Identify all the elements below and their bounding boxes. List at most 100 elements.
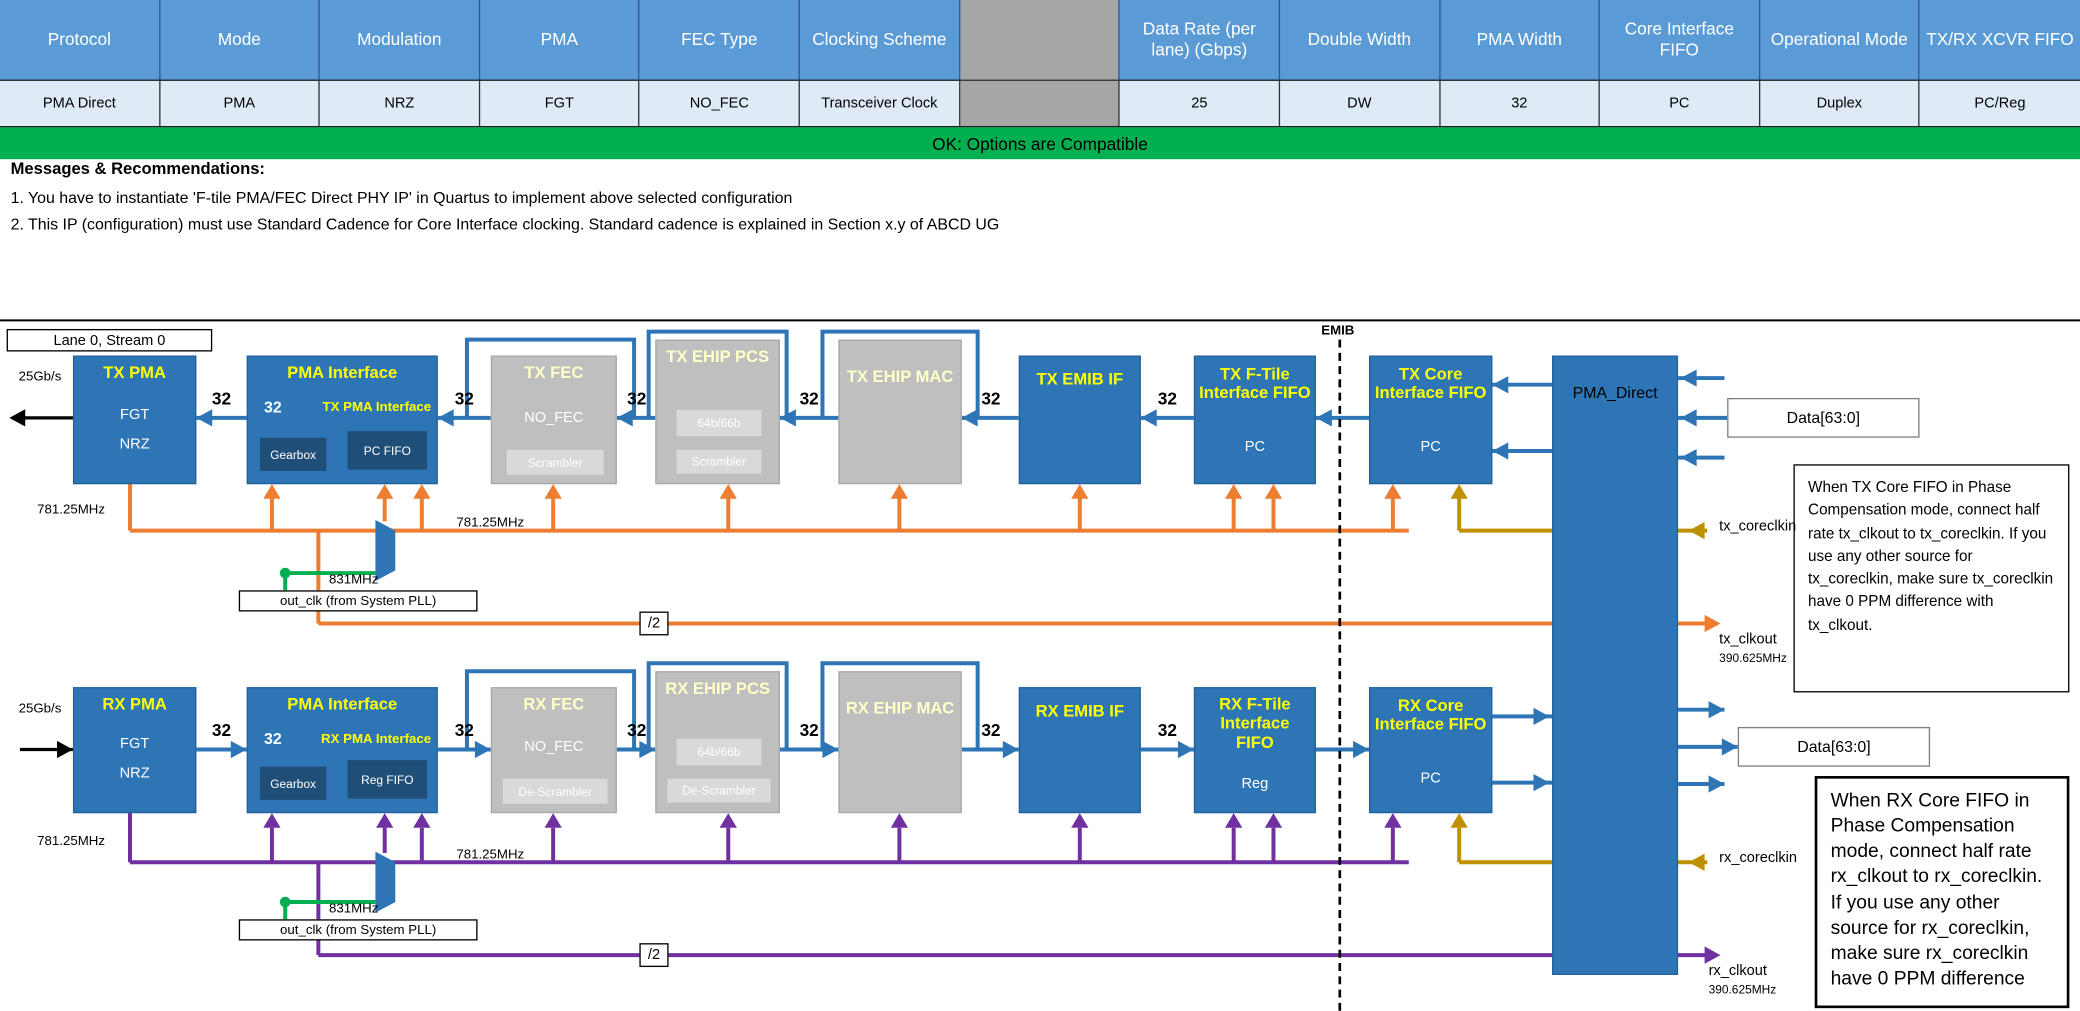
rx-pma-modulation: NRZ [74, 765, 195, 781]
rx-fifo-subblock: Reg FIFO [348, 760, 428, 798]
rx-ftile-fifo-mode: Reg [1195, 776, 1314, 792]
rx-fec-mode: NO_FEC [492, 739, 615, 755]
rx-gearbox-subblock: Gearbox [260, 767, 326, 800]
rx-note-box: When RX Core FIFO in Phase Compensation … [1815, 776, 2070, 1008]
tx-line-rate: 25Gb/s [19, 370, 62, 385]
tx-fec-mode: NO_FEC [492, 410, 615, 426]
rx-pma-title: RX PMA [74, 695, 195, 714]
rx-ftile-fifo-block: RX F-Tile Interface FIFO Reg [1194, 687, 1316, 813]
bus-width-label: 32 [1158, 389, 1177, 409]
tx-ftile-fifo-mode: PC [1195, 439, 1314, 455]
bus-width-label: 32 [455, 720, 474, 740]
rx-pma-type: FGT [74, 736, 195, 752]
tx-ehip-pcs-block: TX EHIP PCS 64b/66b Scrambler [655, 340, 780, 485]
tx-pma-interface-width: 32 [264, 398, 282, 417]
bus-width-label: 32 [981, 389, 1000, 409]
tx-scrambler-subblock: Scrambler [507, 450, 604, 475]
bus-width-label: 32 [800, 720, 819, 740]
rx-clock-arrowheads [263, 813, 1720, 964]
tx-pma-interface-subtitle: TX PMA Interface [323, 401, 432, 416]
tx-note-box: When TX Core FIFO in Phase Compensation … [1793, 464, 2069, 692]
tx-fec-title: TX FEC [492, 363, 615, 382]
rx-ehip-pcs-block: RX EHIP PCS 64b/66b De-Scrambler [655, 671, 780, 813]
rx-pma-interface-width: 32 [264, 730, 282, 749]
rx-core-fifo-title: RX Core Interface FIFO [1370, 696, 1491, 734]
emib-label: EMIB [1321, 324, 1354, 339]
tx-clock-risers [272, 497, 1393, 530]
tx-data-port: Data[63:0] [1727, 398, 1919, 438]
tx-clkout-label: tx_clkout [1719, 631, 1777, 647]
tx-pma-interface-block: PMA Interface 32 TX PMA Interface Gearbo… [247, 356, 438, 485]
rx-64b66b-subblock: 64b/66b [677, 739, 762, 766]
tx-64b66b-subblock: 64b/66b [677, 410, 762, 437]
bus-width-label: 32 [800, 389, 819, 409]
rx-pma-interface-block: PMA Interface 32 RX PMA Interface Gearbo… [247, 687, 438, 813]
tx-ftile-fifo-block: TX F-Tile Interface FIFO PC [1194, 356, 1316, 485]
tx-emib-if-block: TX EMIB IF [1019, 356, 1141, 485]
tx-coreclkin-label: tx_coreclkin [1719, 519, 1796, 535]
pma-direct-title: PMA_Direct [1553, 383, 1676, 402]
rx-clock-divider: /2 [639, 943, 668, 967]
rx-pcs-descrambler-subblock: De-Scrambler [667, 779, 770, 803]
tx-pll-freq: 831MHz [329, 573, 378, 588]
rx-pll-source-box: out_clk (from System PLL) [239, 919, 478, 940]
tx-pma-interface-title: PMA Interface [248, 363, 436, 382]
tx-ehip-mac-title: TX EHIP MAC [840, 367, 961, 386]
rx-pma-interface-subtitle: RX PMA Interface [321, 732, 431, 747]
rx-ehip-mac-block: RX EHIP MAC [838, 671, 961, 813]
rx-clock-risers [272, 828, 1393, 862]
rx-line-rate: 25Gb/s [19, 702, 62, 717]
rx-core-fifo-mode: PC [1370, 771, 1491, 787]
bus-width-label: 32 [981, 720, 1000, 740]
bus-width-label: 32 [212, 720, 231, 740]
lane-stream-label: Lane 0, Stream 0 [7, 329, 213, 352]
tx-clock-arrowheads [263, 484, 1720, 632]
bus-width-label: 32 [212, 389, 231, 409]
rx-fec-block: RX FEC NO_FEC De-Scrambler [491, 687, 617, 813]
tx-pma-block: TX PMA FGT NRZ [73, 356, 196, 485]
tx-pll-junction [280, 568, 291, 579]
rx-ehip-pcs-title: RX EHIP PCS [657, 679, 779, 698]
tx-gearbox-subblock: Gearbox [260, 438, 326, 471]
rx-ftile-fifo-title: RX F-Tile Interface FIFO [1211, 695, 1299, 752]
rx-pll-junction [280, 897, 291, 908]
tx-pma-modulation: NRZ [74, 436, 195, 452]
rx-core-fifo-block: RX Core Interface FIFO PC [1369, 687, 1492, 813]
rx-fec-title: RX FEC [492, 695, 615, 714]
bus-width-label: 32 [627, 389, 646, 409]
page: Protocol Mode Modulation PMA FEC Type Cl… [0, 0, 2080, 1011]
tx-trunk-clock-freq: 781.25MHz [456, 516, 524, 531]
tx-ftile-fifo-title: TX F-Tile Interface FIFO [1195, 365, 1314, 403]
pma-direct-block: PMA_Direct [1552, 356, 1678, 975]
rx-emib-if-title: RX EMIB IF [1020, 702, 1139, 721]
tx-emib-if-title: TX EMIB IF [1020, 370, 1139, 389]
tx-pma-clock-freq: 781.25MHz [37, 503, 105, 518]
tx-core-fifo-title: TX Core Interface FIFO [1370, 365, 1491, 403]
rx-emib-if-block: RX EMIB IF [1019, 687, 1141, 813]
tx-ehip-pcs-title: TX EHIP PCS [657, 348, 779, 367]
rx-trunk-clock-freq: 781.25MHz [456, 848, 524, 863]
rx-descrambler-subblock: De-Scrambler [503, 779, 608, 804]
tx-fifo-subblock: PC FIFO [348, 431, 428, 469]
tx-core-fifo-block: TX Core Interface FIFO PC [1369, 356, 1492, 485]
rx-pma-block: RX PMA FGT NRZ [73, 687, 196, 813]
bus-width-label: 32 [1158, 720, 1177, 740]
tx-pma-title: TX PMA [74, 363, 195, 382]
rx-serial-link [20, 741, 73, 758]
tx-pcs-scrambler-subblock: Scrambler [677, 450, 762, 474]
rx-clkout-label: rx_clkout [1709, 963, 1767, 979]
tx-fec-block: TX FEC NO_FEC Scrambler [491, 356, 617, 485]
rx-pll-freq: 831MHz [329, 902, 378, 917]
tx-clock-divider: /2 [639, 612, 668, 636]
tx-clock-mux [375, 520, 395, 581]
rx-pma-clock-freq: 781.25MHz [37, 834, 105, 849]
rx-clkout-freq: 390.625MHz [1709, 983, 1777, 996]
tx-core-fifo-mode: PC [1370, 439, 1491, 455]
tx-ehip-mac-block: TX EHIP MAC [838, 340, 961, 485]
bus-width-label: 32 [455, 389, 474, 409]
rx-data-port: Data[63:0] [1738, 727, 1930, 767]
bus-width-label: 32 [627, 720, 646, 740]
rx-pma-interface-title: PMA Interface [248, 695, 436, 714]
rx-ehip-mac-title: RX EHIP MAC [840, 699, 961, 718]
tx-clkout-freq: 390.625MHz [1719, 651, 1787, 664]
